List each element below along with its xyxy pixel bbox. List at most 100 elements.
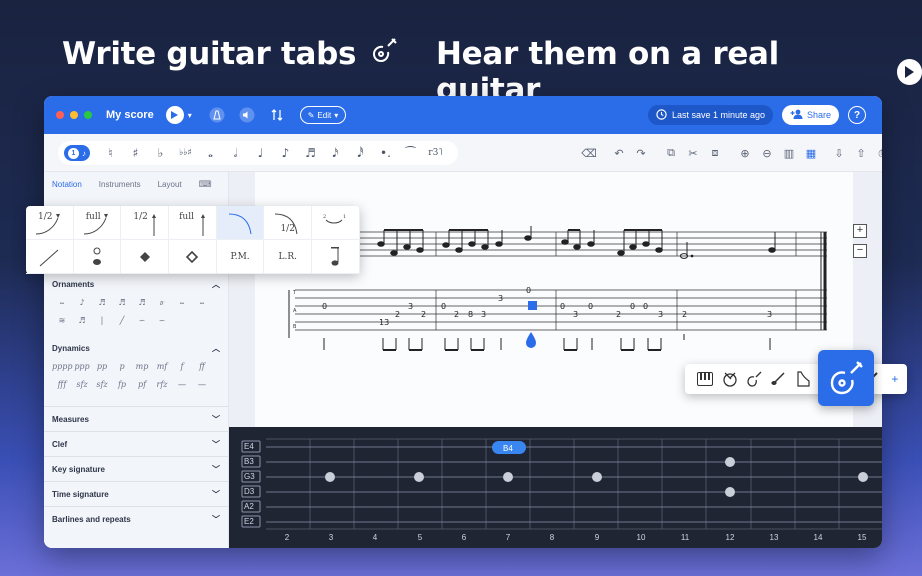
ornament-item[interactable]: ♬ — [112, 296, 132, 310]
ornaments-section-header[interactable]: Ornaments ︿ — [44, 272, 228, 296]
paste-icon[interactable]: ⧈ — [704, 146, 726, 160]
print-icon[interactable]: ⎙ — [872, 146, 882, 160]
guitar-icon[interactable] — [742, 364, 766, 394]
ornament-item[interactable]: ♬ — [132, 296, 152, 310]
tremolo-picking-button[interactable] — [312, 240, 360, 274]
share-button[interactable]: Share — [782, 105, 840, 125]
dynamic-item[interactable]: ff — [192, 360, 212, 374]
dynamic-item[interactable]: — — [192, 378, 212, 392]
dynamic-item[interactable]: p — [112, 360, 132, 374]
ornament-item[interactable] — [172, 314, 192, 328]
accordion-key-signature[interactable]: Key signature ﹀ — [44, 456, 228, 481]
release-bend-button[interactable] — [216, 206, 265, 240]
help-button[interactable]: ? — [848, 106, 866, 124]
bend-release-button[interactable]: 21 — [312, 206, 360, 240]
tab-instruments[interactable]: Instruments — [99, 180, 141, 189]
ornament-item[interactable]: ≋ — [52, 314, 72, 328]
dynamic-item[interactable]: sfz — [72, 378, 92, 392]
copy-icon[interactable]: ⧉ — [660, 146, 682, 160]
dynamic-item[interactable]: fp — [112, 378, 132, 392]
release-half-button[interactable]: 1/2 — [264, 206, 313, 240]
flat-button[interactable]: ♭ — [148, 146, 173, 160]
voice-selector[interactable]: 1 ♪ — [64, 145, 90, 161]
tab-notation[interactable]: Notation — [52, 180, 82, 189]
bend-half-button[interactable]: 1/2 — [26, 206, 74, 240]
harmonic-button[interactable] — [121, 240, 170, 274]
score-title[interactable]: My score — [106, 109, 154, 121]
whole-note-button[interactable]: 𝅝 — [198, 146, 223, 161]
ornament-item[interactable]: 𝆖 — [152, 296, 172, 310]
sixty-fourth-note-button[interactable]: 𝅘𝅥𝅰 — [348, 146, 373, 161]
undo-icon[interactable]: ↶ — [608, 147, 630, 160]
accordion-measures[interactable]: Measures ﹀ — [44, 406, 228, 431]
ornament-item[interactable]: 𝆗 — [52, 296, 72, 310]
dynamic-item[interactable]: ppp — [72, 360, 92, 374]
let-ring-button[interactable]: L.R. — [264, 240, 313, 274]
prebend-half-button[interactable]: 1/2 — [121, 206, 170, 240]
ornament-item[interactable]: ∽ — [152, 314, 172, 328]
bend-full-button[interactable]: full — [73, 206, 122, 240]
sixteenth-note-button[interactable]: ♬ — [298, 146, 323, 160]
piano-icon[interactable] — [693, 364, 717, 394]
close-window-button[interactable] — [56, 111, 64, 119]
ornament-item[interactable]: 𝆗 — [172, 296, 192, 310]
zoom-in-icon[interactable]: ⊕ — [734, 147, 756, 160]
slide-button[interactable] — [26, 240, 74, 274]
drums-icon[interactable] — [717, 364, 741, 394]
add-staff-button[interactable]: + — [853, 224, 867, 238]
dynamic-item[interactable]: sfz — [92, 378, 112, 392]
zoom-out-icon[interactable]: ⊖ — [756, 147, 778, 160]
violin-icon[interactable] — [766, 364, 790, 394]
mixer-icon[interactable]: ▥ — [778, 147, 800, 160]
accordion-time-signature[interactable]: Time signature ﹀ — [44, 481, 228, 506]
import-icon[interactable]: ⇩ — [828, 147, 850, 160]
tie-button[interactable]: ⁀ — [398, 146, 423, 160]
dynamic-item[interactable]: — — [172, 378, 192, 392]
half-note-button[interactable]: 𝅗𝅥 — [223, 146, 248, 161]
maximize-window-button[interactable] — [84, 111, 92, 119]
accordion-barlines[interactable]: Barlines and repeats ﹀ — [44, 506, 228, 531]
guitar-selected-icon[interactable] — [818, 350, 874, 406]
ornament-item[interactable]: | — [92, 314, 112, 328]
minimize-window-button[interactable] — [70, 111, 78, 119]
dynamic-item[interactable]: pppp — [52, 360, 72, 374]
quarter-note-button[interactable]: ♩ — [248, 146, 273, 160]
sharp-button[interactable]: ♯ — [123, 146, 148, 160]
ornament-item[interactable]: ∽ — [132, 314, 152, 328]
tab-layout[interactable]: Layout — [158, 180, 182, 189]
edit-button[interactable]: ✎ Edit ▾ — [299, 106, 347, 124]
ornament-item[interactable]: 𝆘 — [192, 296, 212, 310]
tuplet-button[interactable]: r3˥ — [423, 148, 448, 158]
artificial-harmonic-button[interactable] — [169, 240, 217, 274]
speaker-icon[interactable] — [238, 106, 256, 124]
ghost-note-button[interactable] — [73, 240, 122, 274]
play-button[interactable] — [165, 106, 184, 124]
prebend-full-button[interactable]: full — [169, 206, 217, 240]
redo-icon[interactable]: ↷ — [630, 147, 652, 160]
transpose-icon[interactable] — [268, 106, 286, 124]
fretboard-toggle-icon[interactable]: ▦ — [800, 147, 822, 160]
ornament-item[interactable]: ♬ — [92, 296, 112, 310]
dynamic-item[interactable]: fff — [52, 378, 72, 392]
dynamic-item[interactable]: f — [172, 360, 192, 374]
cut-icon[interactable]: ✂ — [682, 147, 704, 160]
delete-icon[interactable]: ⌫ — [578, 147, 600, 160]
ornament-item[interactable]: ♪ — [72, 296, 92, 310]
harp-icon[interactable] — [790, 364, 814, 394]
thirty-second-note-button[interactable]: 𝅘𝅥𝅯 — [323, 146, 348, 161]
ornament-item[interactable]: ╱ — [112, 314, 132, 328]
export-icon[interactable]: ⇧ — [850, 147, 872, 160]
natural-button[interactable]: ♮ — [98, 146, 123, 160]
dynamic-item[interactable]: rfz — [152, 378, 172, 392]
dynamic-item[interactable]: pf — [132, 378, 152, 392]
ornament-item[interactable]: ♬ — [72, 314, 92, 328]
keyboard-icon[interactable]: ⌨ — [199, 179, 212, 190]
palm-mute-button[interactable]: P.M. — [216, 240, 265, 274]
remove-staff-button[interactable]: − — [853, 244, 867, 258]
dynamics-section-header[interactable]: Dynamics ︿ — [44, 336, 228, 360]
metronome-icon[interactable] — [208, 106, 226, 124]
dynamic-item[interactable]: mf — [152, 360, 172, 374]
fretboard[interactable]: E4 B3 G3 D3 A2 E2 B4 2 3 4 5 6 7 8 9 10 … — [229, 427, 882, 548]
double-accidental-button[interactable]: ♭♭♯ — [173, 148, 198, 158]
dynamic-item[interactable]: pp — [92, 360, 112, 374]
